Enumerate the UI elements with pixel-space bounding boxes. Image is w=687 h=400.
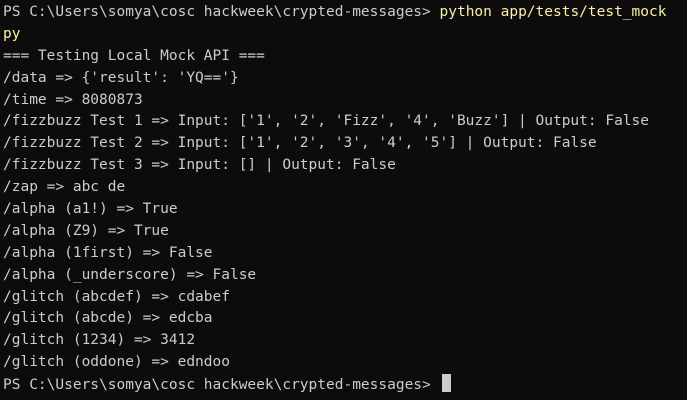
command-wrap-text: py — [3, 25, 21, 42]
output-line: /alpha (1first) => False — [3, 244, 213, 261]
output-line: /alpha (a1!) => True — [3, 201, 178, 218]
output-line: === Testing Local Mock API === — [3, 47, 265, 64]
output-line: /time => 8080873 — [3, 91, 143, 108]
prompt-text: PS C:\Users\somya\cosc hackweek\crypted-… — [3, 4, 440, 20]
output-line: /glitch (abcde) => edcba — [3, 310, 213, 327]
output-line: /data => {'result': 'YQ=='} — [3, 69, 239, 86]
output-line: /zap => abc de — [3, 179, 126, 196]
output-line: /glitch (1234) => 3412 — [3, 332, 196, 349]
output-line: /glitch (oddone) => edndoo — [3, 354, 230, 371]
command-text: python app/tests/test_mock — [439, 4, 667, 20]
output-line: /glitch (abcdef) => cdabef — [3, 288, 230, 305]
terminal-window[interactable]: PS C:\Users\somya\cosc hackweek\crypted-… — [0, 0, 687, 400]
final-prompt-line[interactable]: PS C:\Users\somya\cosc hackweek\crypted-… — [3, 374, 687, 396]
output-line: /fizzbuzz Test 3 => Input: [] | Output: … — [3, 157, 396, 174]
text-cursor — [441, 374, 451, 393]
output-line: /alpha (Z9) => True — [3, 222, 169, 239]
final-prompt-text: PS C:\Users\somya\cosc hackweek\crypted-… — [3, 377, 440, 394]
command-line: PS C:\Users\somya\cosc hackweek\crypted-… — [3, 2, 687, 24]
output-line: /fizzbuzz Test 2 => Input: ['1', '2', '3… — [3, 135, 597, 152]
output-line: /alpha (_underscore) => False — [3, 266, 257, 283]
output-line: /fizzbuzz Test 1 => Input: ['1', '2', 'F… — [3, 113, 650, 130]
